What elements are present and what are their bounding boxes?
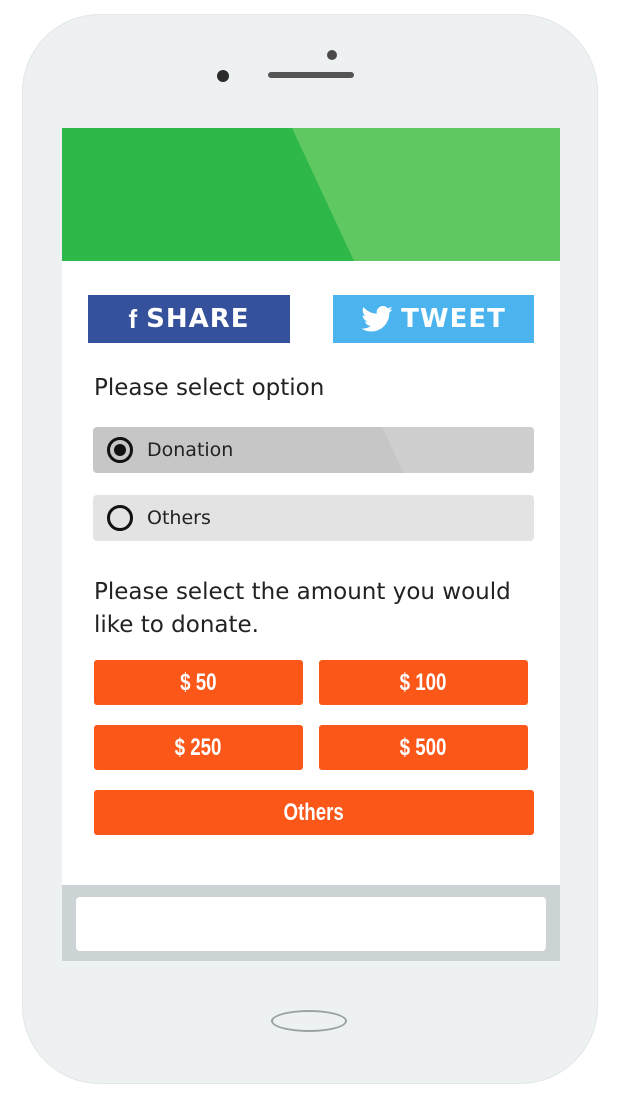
radio-dot (114, 444, 126, 456)
amount-500-button[interactable]: $ 500 (319, 725, 528, 770)
amount-label: $ 500 (400, 733, 447, 761)
twitter-bird-icon (361, 306, 393, 332)
other-amount-label: Others (283, 798, 345, 826)
amount-label: $ 100 (400, 668, 447, 696)
amount-prompt: Please select the amount you would like … (94, 579, 511, 638)
option-prompt: Please select option (94, 375, 325, 401)
radio-unselected-icon[interactable] (107, 505, 133, 531)
earpiece-speaker (268, 72, 354, 78)
tweet-label: TWEET (401, 304, 506, 334)
facebook-share-button[interactable]: f SHARE (88, 295, 290, 343)
amount-label: $ 50 (180, 668, 217, 696)
share-label: SHARE (146, 304, 250, 334)
phone-screen: f SHARE TWEET Please select option Donat… (62, 128, 560, 960)
bottom-input-field[interactable] (76, 897, 546, 951)
radio-selected-icon[interactable] (107, 437, 133, 463)
tweet-button[interactable]: TWEET (333, 295, 534, 343)
option-others[interactable]: Others (93, 495, 534, 541)
front-camera (217, 70, 229, 82)
amount-100-button[interactable]: $ 100 (319, 660, 528, 705)
option-label: Others (147, 507, 211, 529)
other-amount-button[interactable]: Others (94, 790, 534, 835)
hero-banner (62, 128, 560, 261)
amount-250-button[interactable]: $ 250 (94, 725, 303, 770)
amount-label: $ 250 (175, 733, 222, 761)
option-label: Donation (147, 439, 234, 461)
proximity-sensor (327, 50, 337, 60)
bottom-bar (62, 885, 560, 961)
option-highlight (382, 427, 534, 473)
home-button[interactable] (271, 1010, 347, 1032)
facebook-icon: f (128, 303, 139, 334)
amount-50-button[interactable]: $ 50 (94, 660, 303, 705)
option-donation[interactable]: Donation (93, 427, 534, 473)
hero-banner-highlight (292, 128, 560, 261)
